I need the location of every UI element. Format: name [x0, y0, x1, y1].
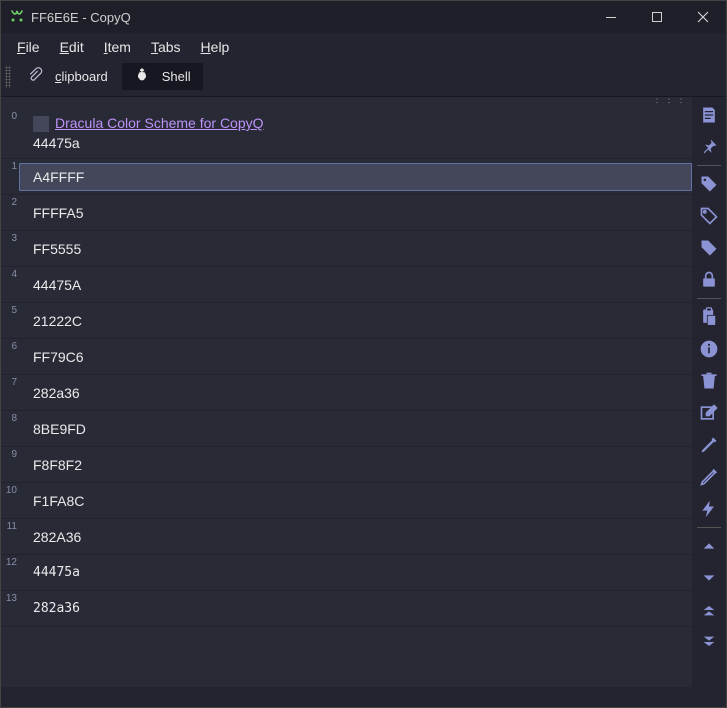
item-link[interactable]: Dracula Color Scheme for CopyQ [55, 115, 264, 131]
tag-outline-icon[interactable] [695, 201, 723, 231]
minimize-button[interactable] [588, 1, 634, 33]
separator [697, 165, 721, 166]
item-content: 44475a [19, 559, 692, 586]
item-index: 13 [1, 591, 19, 604]
note-icon[interactable] [695, 100, 723, 130]
item-content: Dracula Color Scheme for CopyQ 44475a [19, 109, 692, 157]
maximize-button[interactable] [634, 1, 680, 33]
pencil-filled-icon[interactable] [695, 430, 723, 460]
item-content: FFFFA5 [19, 199, 692, 227]
item-index: 5 [1, 303, 19, 316]
list-grip[interactable]: ⋮⋮⋮ [1, 97, 692, 105]
menu-file[interactable]: File [7, 35, 50, 59]
item-index: 12 [1, 555, 19, 568]
item-index: 0 [1, 109, 19, 122]
item-content: FF79C6 [19, 343, 692, 371]
list-item[interactable]: 2FFFFA5 [1, 195, 692, 231]
list-item[interactable]: 0 Dracula Color Scheme for CopyQ 44475a [1, 105, 692, 159]
list-item[interactable]: 1244475a [1, 555, 692, 591]
title-bar: FF6E6E - CopyQ [1, 1, 726, 33]
menu-help[interactable]: Help [191, 35, 240, 59]
item-index: 2 [1, 195, 19, 208]
list-item[interactable]: 521222C [1, 303, 692, 339]
move-bottom-icon[interactable] [695, 627, 723, 657]
side-toolbar [692, 97, 726, 687]
paste-icon[interactable] [695, 302, 723, 332]
tab-clipboard[interactable]: clipboard [15, 63, 120, 90]
menu-item[interactable]: Item [94, 35, 141, 59]
item-index: 7 [1, 375, 19, 388]
tag-icon[interactable] [695, 169, 723, 199]
item-content: 8BE9FD [19, 415, 692, 443]
item-content: 282A36 [19, 523, 692, 551]
list-item[interactable]: 444475A [1, 267, 692, 303]
item-index: 10 [1, 483, 19, 496]
bolt-icon[interactable] [695, 494, 723, 524]
menu-tabs[interactable]: Tabs [141, 35, 191, 59]
list-item[interactable]: 1A4FFFF [1, 159, 692, 195]
trash-icon[interactable] [695, 366, 723, 396]
menu-bar: File Edit Item Tabs Help [1, 33, 726, 61]
list-item[interactable]: 7282a36 [1, 375, 692, 411]
move-down-icon[interactable] [695, 563, 723, 593]
item-content: FF5555 [19, 235, 692, 263]
status-bar [1, 687, 726, 707]
window-title: FF6E6E - CopyQ [31, 10, 588, 25]
item-content: 282a36 [19, 379, 692, 407]
pin-icon[interactable] [695, 132, 723, 162]
item-content: 44475A [19, 271, 692, 299]
tab-shell-label: Shell [162, 69, 191, 84]
item-index: 3 [1, 231, 19, 244]
item-content: F1FA8C [19, 487, 692, 515]
paperclip-icon [27, 67, 49, 86]
list-item[interactable]: 3FF5555 [1, 231, 692, 267]
tab-bar: clipboard Shell [1, 61, 726, 97]
move-up-icon[interactable] [695, 531, 723, 561]
move-top-icon[interactable] [695, 595, 723, 625]
toolbar-grip[interactable] [5, 66, 11, 88]
item-index: 4 [1, 267, 19, 280]
item-subtext: 44475a [33, 135, 678, 151]
lock-icon[interactable] [695, 265, 723, 295]
color-swatch [33, 116, 49, 132]
item-content: 282a36 [19, 595, 692, 622]
list-item[interactable]: 6FF79C6 [1, 339, 692, 375]
item-content: F8F8F2 [19, 451, 692, 479]
list-item[interactable]: 88BE9FD [1, 411, 692, 447]
item-index: 9 [1, 447, 19, 460]
item-index: 8 [1, 411, 19, 424]
linux-icon [134, 67, 156, 86]
item-index: 6 [1, 339, 19, 352]
item-content: A4FFFF [19, 163, 692, 191]
tab-shell[interactable]: Shell [122, 63, 203, 90]
list-item[interactable]: 13282a36 [1, 591, 692, 627]
list-item[interactable]: 11282A36 [1, 519, 692, 555]
close-button[interactable] [680, 1, 726, 33]
item-index: 11 [1, 519, 19, 532]
edit-box-icon[interactable] [695, 398, 723, 428]
item-content: 21222C [19, 307, 692, 335]
separator [697, 298, 721, 299]
list-item[interactable]: 9F8F8F2 [1, 447, 692, 483]
menu-edit[interactable]: Edit [50, 35, 94, 59]
item-list: ⋮⋮⋮ 0 Dracula Color Scheme for CopyQ 44475… [1, 97, 692, 687]
item-index: 1 [1, 159, 19, 172]
info-icon[interactable] [695, 334, 723, 364]
tag-solid-icon[interactable] [695, 233, 723, 263]
separator [697, 527, 721, 528]
list-item[interactable]: 10F1FA8C [1, 483, 692, 519]
app-icon [9, 8, 25, 27]
pencil-outline-icon[interactable] [695, 462, 723, 492]
